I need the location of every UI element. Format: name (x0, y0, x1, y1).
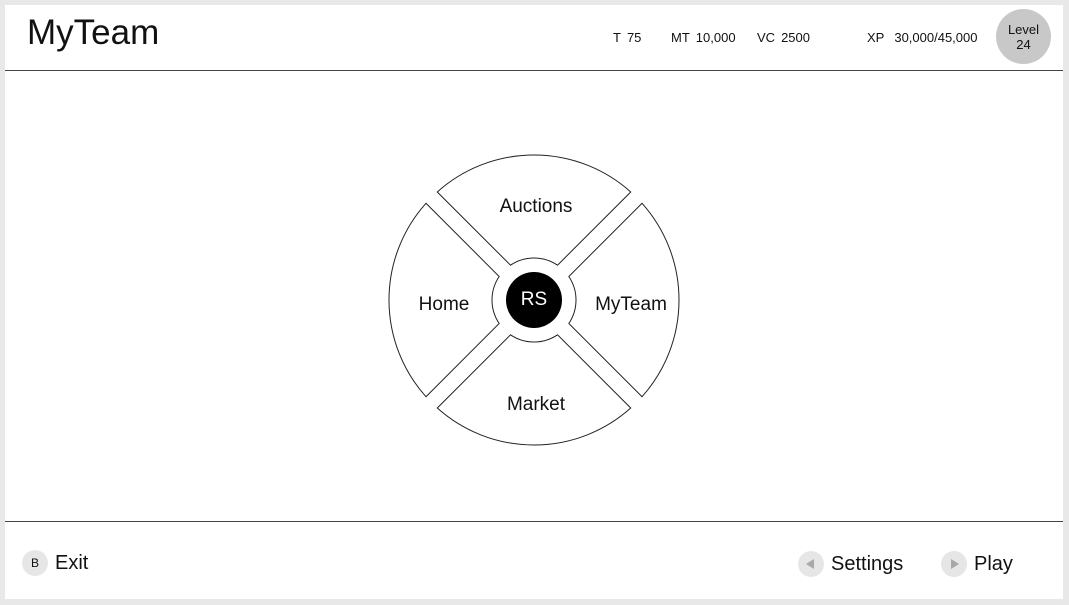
market-label: Market (506, 394, 566, 415)
triangle-left-icon (798, 551, 824, 577)
level-value: 24 (1016, 37, 1031, 52)
footer-bar: B Exit Settings Play (5, 521, 1063, 600)
left-arrow-icon (806, 559, 814, 569)
exit-label: Exit (55, 552, 89, 574)
header-bar: MyTeam T 75 MT 10,000 VC 2500 XP 30,000/45,0… (5, 5, 1063, 71)
exit-button[interactable]: B Exit (22, 550, 102, 576)
app-window: MyTeam T 75 MT 10,000 VC 2500 XP 30,000/45,0… (5, 5, 1063, 599)
play-button[interactable]: Play (941, 551, 1021, 577)
tokens-stat: T 75 (613, 30, 641, 46)
b-button-icon: B (22, 550, 48, 576)
tokens-label: T (613, 30, 621, 45)
mt-value: 10,000 (695, 30, 736, 45)
vc-label: VC (757, 30, 776, 45)
settings-button[interactable]: Settings (798, 551, 918, 577)
level-label: Level (1007, 22, 1040, 37)
right-arrow-icon (951, 559, 959, 569)
page-title: MyTeam (27, 13, 160, 52)
settings-label: Settings (831, 553, 904, 575)
mt-stat: MT 10,000 (671, 30, 736, 46)
xp-value: 30,000/45,000 (894, 30, 978, 45)
level-badge: Level 24 (996, 9, 1051, 64)
radial-menu: Auctions Home MyTeam Market RS (383, 150, 685, 452)
mt-label: MT (671, 30, 690, 45)
xp-label: XP (867, 30, 885, 45)
vc-stat: VC 2500 (757, 30, 810, 46)
rs-center-button[interactable]: RS (506, 272, 562, 328)
vc-value: 2500 (781, 30, 810, 45)
home-label: Home (418, 294, 470, 315)
myteam-label: MyTeam (595, 294, 667, 315)
triangle-right-icon (941, 551, 967, 577)
auctions-label: Auctions (499, 196, 573, 217)
xp-stat: XP 30,000/45,000 (867, 30, 977, 46)
play-label: Play (974, 553, 1013, 575)
tokens-value: 75 (626, 30, 642, 45)
